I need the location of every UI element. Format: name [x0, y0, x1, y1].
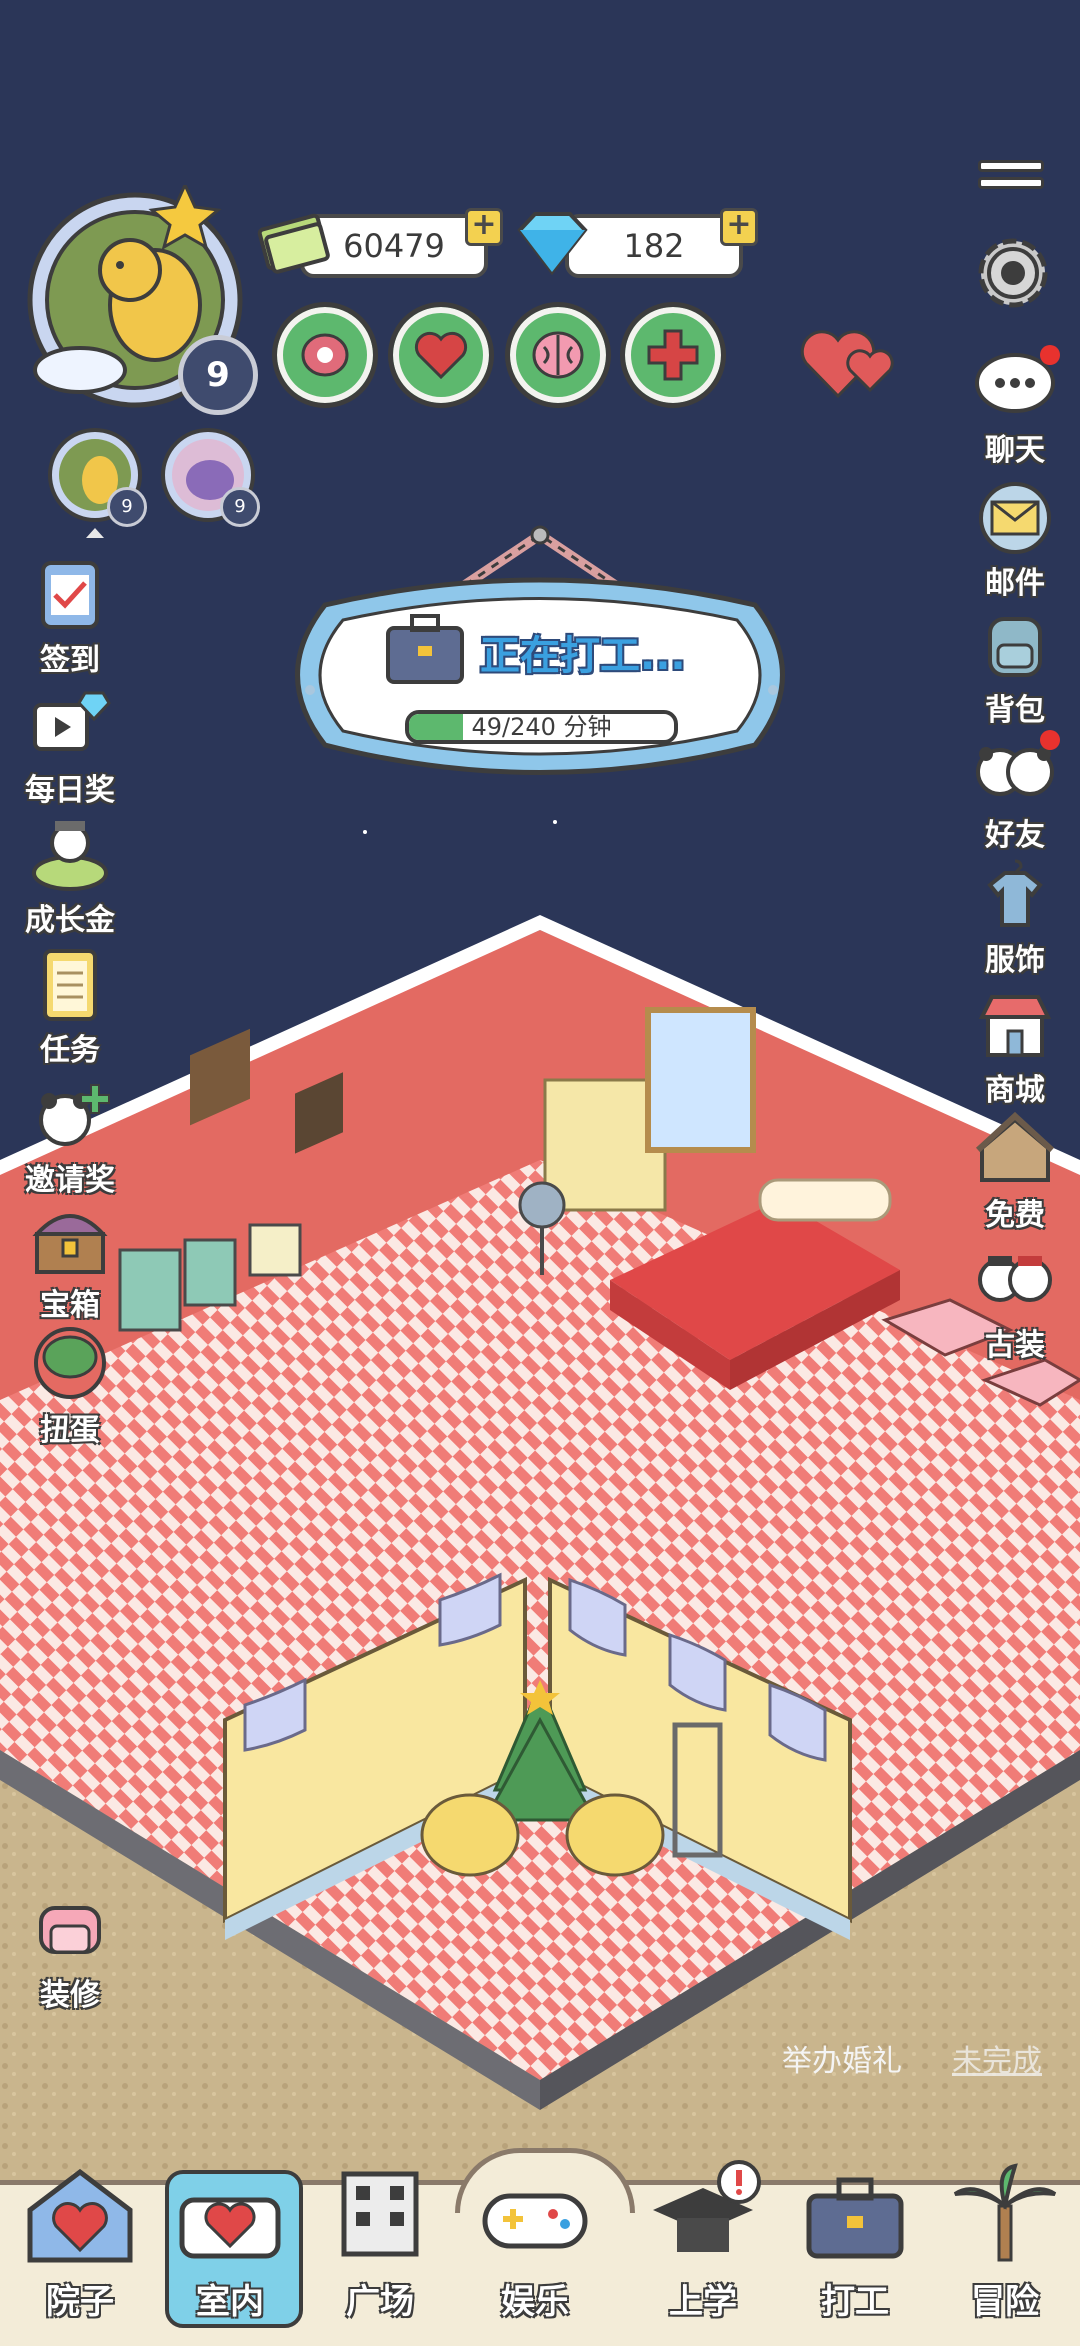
growth-fund-icon [32, 821, 108, 891]
pet-level-badge: 9 [107, 487, 147, 527]
meat-icon [301, 333, 349, 377]
indoor-bed-icon [179, 2197, 281, 2259]
right-item-backpack[interactable]: 背包 [960, 605, 1070, 729]
left-item-label: 任务 [40, 1033, 100, 1068]
left-item-gacha[interactable]: 扭蛋 [15, 1325, 125, 1449]
pet-avatar-2[interactable]: 9 [158, 425, 260, 527]
mail-icon [979, 482, 1051, 554]
right-item-label: 邮件 [985, 566, 1045, 601]
right-item-clothing[interactable]: 服饰 [960, 855, 1070, 979]
friends-panda-icon [976, 730, 1060, 796]
yard-house-icon [27, 2168, 133, 2263]
right-item-label: 免费 [985, 1198, 1045, 1233]
left-item-tasks[interactable]: 任务 [15, 945, 125, 1069]
nav-school[interactable]: 上学 [628, 2160, 778, 2341]
right-item-friends[interactable]: 好友 [960, 730, 1070, 854]
add-coins-button[interactable]: + [465, 208, 503, 246]
left-item-decorate[interactable]: 装修 [15, 1890, 125, 2014]
nav-label: 广场 [346, 2282, 414, 2322]
checkin-calendar-icon [41, 561, 99, 629]
shop-icon [978, 995, 1052, 1057]
cash-stack-icon [257, 213, 330, 274]
quest-status[interactable]: 未完成 [952, 2036, 1042, 2080]
health-stat[interactable] [388, 302, 494, 408]
gear-icon[interactable] [968, 228, 1058, 318]
left-item-invite-reward[interactable]: 邀请奖 [15, 1075, 125, 1199]
nav-label: 冒险 [971, 2282, 1039, 2322]
coins-counter[interactable]: 60479 + [255, 208, 503, 280]
work-briefcase-icon [806, 2177, 904, 2259]
quest-name: 举办婚礼 [782, 2044, 902, 2079]
right-item-chat[interactable]: 聊天 [960, 345, 1070, 469]
double-heart-icon[interactable] [798, 318, 903, 403]
ancient-costume-icon [978, 1256, 1052, 1302]
left-item-treasure-chest[interactable]: 宝箱 [15, 1200, 125, 1324]
right-item-label: 商城 [985, 1073, 1045, 1108]
nav-yard[interactable]: 院子 [5, 2160, 155, 2341]
task-list-icon [43, 949, 97, 1021]
right-item-mail[interactable]: 邮件 [960, 478, 1070, 602]
pet-collapse-arrow-icon[interactable] [86, 528, 104, 538]
right-item-label: 服饰 [985, 943, 1045, 978]
level-badge: 9 [178, 335, 258, 415]
left-item-growth-fund[interactable]: 成长金 [15, 815, 125, 939]
nav-adventure[interactable]: 冒险 [930, 2160, 1080, 2341]
right-item-label: 背包 [985, 693, 1045, 728]
work-progress-text: 49/240 分钟 [471, 713, 612, 741]
gacha-bowl-icon [34, 1327, 106, 1399]
intelligence-stat[interactable] [505, 302, 611, 408]
brain-icon [532, 331, 584, 379]
right-item-ancient-costume[interactable]: 古装 [960, 1240, 1070, 1364]
pet-level-badge: 9 [220, 487, 260, 527]
plaza-building-icon [341, 2171, 419, 2257]
work-title: 正在打工... [480, 633, 686, 679]
nav-label: 院子 [46, 2282, 114, 2322]
left-item-daily-reward[interactable]: 每日奖 [15, 685, 125, 809]
left-item-label: 签到 [40, 643, 100, 678]
left-item-checkin[interactable]: 签到 [15, 555, 125, 679]
diamond-icon [517, 212, 588, 276]
heart-icon [414, 331, 468, 380]
gamepad-icon [482, 2193, 588, 2249]
right-item-shop[interactable]: 商城 [960, 985, 1070, 1109]
nav-plaza[interactable]: 广场 [305, 2160, 455, 2341]
pet-avatar-1[interactable]: 9 [45, 425, 147, 527]
left-item-label: 装修 [40, 1978, 100, 2013]
nav-work[interactable]: 打工 [780, 2160, 930, 2341]
medical-stat[interactable] [620, 302, 726, 408]
gems-counter[interactable]: 182 + [510, 208, 758, 280]
add-gems-button[interactable]: + [720, 208, 758, 246]
medical-cross-icon [647, 329, 699, 381]
chat-bubble-icon [975, 345, 1060, 413]
work-status-sign[interactable]: 正在打工... 49/240 分钟 [265, 515, 815, 805]
sofa-icon [39, 1906, 101, 1954]
right-item-label: 好友 [985, 818, 1045, 853]
treasure-chest-icon [32, 1214, 108, 1274]
left-item-label: 宝箱 [40, 1288, 100, 1323]
invite-panda-icon [39, 1084, 110, 1146]
nav-label: 打工 [821, 2282, 889, 2322]
graduation-cap-icon [653, 2160, 761, 2252]
left-item-label: 扭蛋 [40, 1413, 100, 1448]
nav-label: 上学 [669, 2282, 737, 2322]
shirt-hanger-icon [987, 859, 1043, 927]
backpack-icon [988, 617, 1042, 677]
hunger-stat[interactable] [272, 302, 378, 408]
left-item-label: 每日奖 [25, 773, 115, 808]
hamburger-menu-icon[interactable] [978, 160, 1044, 190]
nav-entertainment[interactable]: 娱乐 [460, 2160, 610, 2341]
left-item-label: 邀请奖 [25, 1163, 115, 1198]
right-item-label: 聊天 [985, 433, 1045, 468]
right-item-free[interactable]: 免费 [960, 1110, 1070, 1234]
nav-label: 室内 [196, 2282, 264, 2322]
left-item-label: 成长金 [25, 903, 115, 938]
video-reward-icon [33, 691, 111, 751]
palm-tree-icon [953, 2163, 1057, 2262]
right-item-label: 古装 [985, 1328, 1045, 1363]
briefcase-icon [386, 614, 464, 684]
player-avatar[interactable]: 9 [20, 181, 258, 415]
nav-indoor[interactable]: 室内 [155, 2160, 305, 2341]
nav-label: 娱乐 [501, 2282, 569, 2322]
free-house-icon [975, 1111, 1055, 1182]
